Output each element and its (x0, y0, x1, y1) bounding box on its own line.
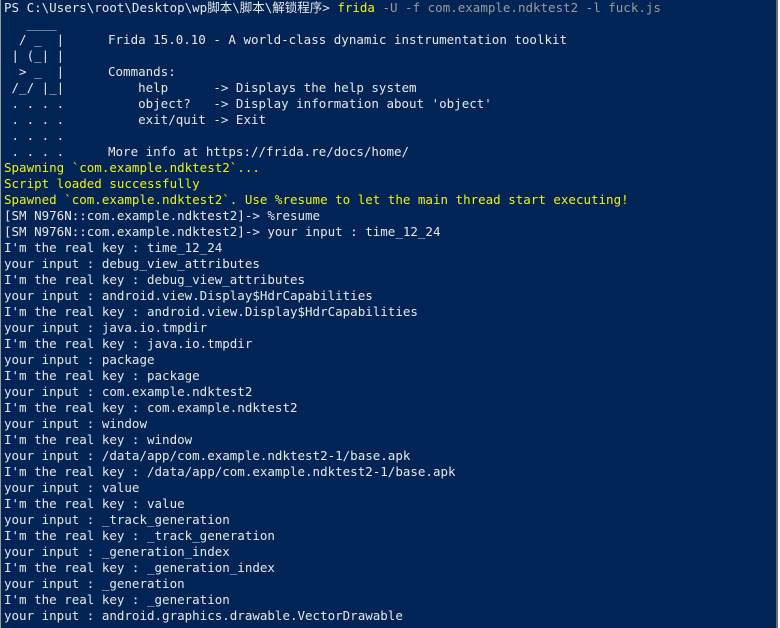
output-line: I'm the real key : window (4, 432, 193, 447)
output-line: I'm the real key : _generation_index (4, 560, 275, 575)
output-line: your input : java.io.tmpdir (4, 320, 208, 335)
ps-path: PS C:\Users\root\Desktop\wp脚本\脚本\解锁程序> (4, 0, 330, 15)
output-line: your input : _track_generation (4, 512, 230, 527)
output-line: your input : package (4, 352, 155, 367)
commands-header: Commands: (108, 64, 176, 79)
repl-line: [SM N976N::com.example.ndktest2]-> your … (4, 224, 441, 239)
script-loaded-status: Script loaded successfully (4, 176, 200, 191)
output-line: your input : com.example.ndktest2 (4, 384, 253, 399)
repl-line: [SM N976N::com.example.ndktest2]-> %resu… (4, 208, 321, 223)
output-line: I'm the real key : com.example.ndktest2 (4, 400, 298, 415)
output-line: your input : window (4, 416, 147, 431)
output-line: your input : _generation_index (4, 544, 230, 559)
output-line: I'm the real key : value (4, 496, 185, 511)
frida-logo-ascii: ____ (4, 16, 57, 31)
output-line: I'm the real key : debug_view_attributes (4, 272, 306, 287)
output-line: I'm the real key : time_12_24 (4, 240, 223, 255)
output-line: your input : debug_view_attributes (4, 256, 260, 271)
command-exit: exit/quit -> Exit (108, 112, 267, 127)
output-line: I'm the real key : _generation (4, 592, 230, 607)
output-line: your input : android.view.Display$HdrCap… (4, 288, 373, 303)
spawned-status: Spawned `com.example.ndktest2`. Use %res… (4, 192, 629, 207)
output-line: your input : android.graphics.drawable.V… (4, 608, 403, 623)
output-line: your input : value (4, 480, 140, 495)
command-help: help -> Displays the help system (108, 80, 417, 95)
spawning-status: Spawning `com.example.ndktest2`... (4, 160, 260, 175)
frida-banner: ____ / _ | Frida 15.0.10 - A world-class … (4, 16, 778, 160)
command-object: object? -> Display information about 'ob… (108, 96, 492, 111)
output-line: your input : _generation (4, 576, 185, 591)
banner-title: Frida 15.0.10 - A world-class dynamic in… (108, 32, 568, 47)
script-output: I'm the real key : time_12_24 your input … (4, 240, 778, 624)
command-prompt-line: PS C:\Users\root\Desktop\wp脚本\脚本\解锁程序> f… (4, 0, 778, 16)
output-line: I'm the real key : /data/app/com.example… (4, 464, 456, 479)
output-line: I'm the real key : _track_generation (4, 528, 275, 543)
frida-logo-ascii: > _ | (4, 64, 65, 79)
terminal-window[interactable]: PS C:\Users\root\Desktop\wp脚本\脚本\解锁程序> f… (0, 0, 778, 628)
command-name: frida (337, 0, 375, 15)
frida-logo-ascii: . . . . (4, 96, 65, 111)
output-line: I'm the real key : android.view.Display$… (4, 304, 418, 319)
frida-logo-ascii: . . . . (4, 128, 65, 143)
output-line: I'm the real key : package (4, 368, 200, 383)
frida-logo-ascii: / _ | (4, 32, 65, 47)
more-info-link: More info at https://frida.re/docs/home/ (108, 144, 410, 159)
output-line: I'm the real key : java.io.tmpdir (4, 336, 253, 351)
scrollbar[interactable] (776, 0, 778, 628)
frida-logo-ascii: /_/ |_| (4, 80, 65, 95)
command-args: -U -f com.example.ndktest2 -l fuck.js (382, 0, 661, 15)
frida-logo-ascii: . . . . (4, 144, 65, 159)
output-line: your input : /data/app/com.example.ndkte… (4, 448, 411, 463)
frida-logo-ascii: . . . . (4, 112, 65, 127)
frida-logo-ascii: | (_| | (4, 48, 65, 63)
